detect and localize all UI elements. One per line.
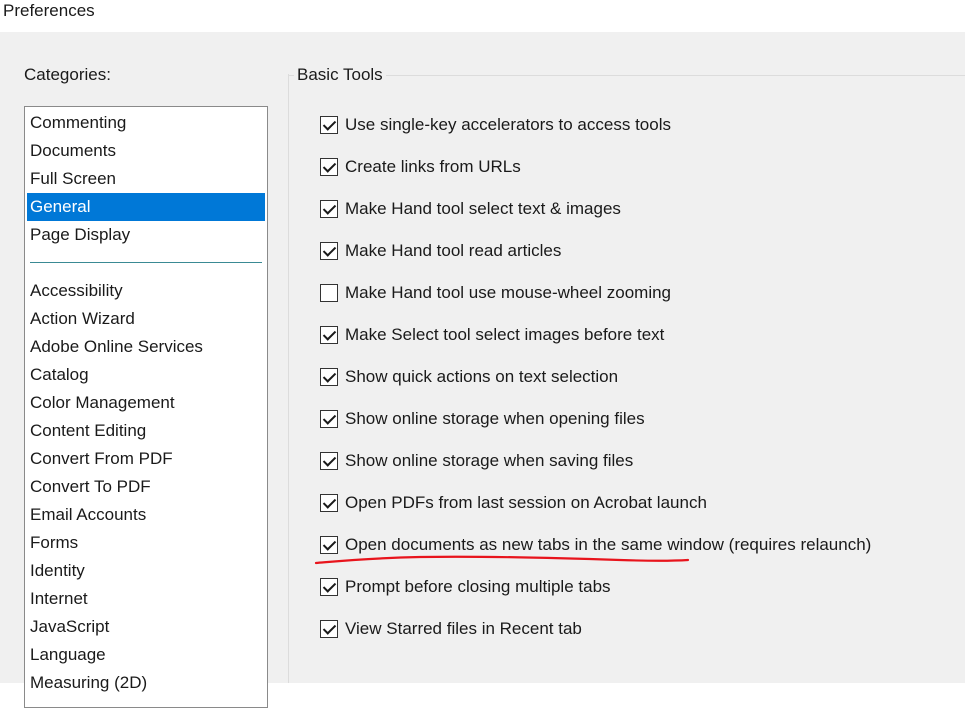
option-label: Use single-key accelerators to access to…: [345, 115, 671, 134]
checkbox[interactable]: [320, 242, 338, 260]
checkbox[interactable]: [320, 578, 338, 596]
category-full-screen[interactable]: Full Screen: [27, 165, 265, 193]
preferences-content: Categories: Commenting Documents Full Sc…: [0, 32, 965, 708]
category-page-display[interactable]: Page Display: [27, 221, 265, 249]
option-label: View Starred files in Recent tab: [345, 619, 582, 638]
checkbox[interactable]: [320, 368, 338, 386]
option-prompt-closing-tabs[interactable]: Prompt before closing multiple tabs: [320, 576, 611, 598]
checkbox[interactable]: [320, 200, 338, 218]
category-measuring-2d[interactable]: Measuring (2D): [27, 669, 265, 697]
category-convert-from-pdf[interactable]: Convert From PDF: [27, 445, 265, 473]
title-bar: Preferences: [0, 0, 965, 32]
categories-label: Categories:: [24, 65, 111, 84]
option-label: Prompt before closing multiple tabs: [345, 577, 611, 596]
option-open-last-session[interactable]: Open PDFs from last session on Acrobat l…: [320, 492, 707, 514]
option-label: Create links from URLs: [345, 157, 521, 176]
option-create-links-from-urls[interactable]: Create links from URLs: [320, 156, 521, 178]
checkbox[interactable]: [320, 284, 338, 302]
group-top-border: [289, 75, 965, 76]
checkbox[interactable]: [320, 494, 338, 512]
category-forms[interactable]: Forms: [27, 529, 265, 557]
checkbox[interactable]: [320, 158, 338, 176]
option-label: Show online storage when opening files: [345, 409, 645, 428]
checkbox[interactable]: [320, 536, 338, 554]
option-label: Make Hand tool read articles: [345, 241, 562, 260]
option-online-storage-saving[interactable]: Show online storage when saving files: [320, 450, 633, 472]
option-label: Make Select tool select images before te…: [345, 325, 665, 344]
category-convert-to-pdf[interactable]: Convert To PDF: [27, 473, 265, 501]
option-single-key-accelerators[interactable]: Use single-key accelerators to access to…: [320, 114, 671, 136]
option-label: Open documents as new tabs in the same w…: [345, 535, 872, 554]
checkbox[interactable]: [320, 326, 338, 344]
checkbox[interactable]: [320, 452, 338, 470]
option-quick-actions[interactable]: Show quick actions on text selection: [320, 366, 618, 388]
option-open-as-new-tabs[interactable]: Open documents as new tabs in the same w…: [320, 534, 871, 556]
category-email-accounts[interactable]: Email Accounts: [27, 501, 265, 529]
group-left-border: [288, 74, 289, 683]
category-adobe-online-services[interactable]: Adobe Online Services: [27, 333, 265, 361]
category-internet[interactable]: Internet: [27, 585, 265, 613]
option-label: Make Hand tool use mouse-wheel zooming: [345, 283, 672, 302]
option-hand-tool-select-text[interactable]: Make Hand tool select text & images: [320, 198, 621, 220]
category-language[interactable]: Language: [27, 641, 265, 669]
checkbox[interactable]: [320, 620, 338, 638]
category-content-editing[interactable]: Content Editing: [27, 417, 265, 445]
category-identity[interactable]: Identity: [27, 557, 265, 585]
category-documents[interactable]: Documents: [27, 137, 265, 165]
category-accessibility[interactable]: Accessibility: [27, 277, 265, 305]
category-catalog[interactable]: Catalog: [27, 361, 265, 389]
category-javascript[interactable]: JavaScript: [27, 613, 265, 641]
checkbox[interactable]: [320, 410, 338, 428]
category-action-wizard[interactable]: Action Wizard: [27, 305, 265, 333]
category-separator: [30, 262, 262, 263]
option-hand-tool-read-articles[interactable]: Make Hand tool read articles: [320, 240, 561, 262]
window-title: Preferences: [3, 1, 95, 20]
category-general[interactable]: General: [27, 193, 265, 221]
basic-tools-heading: Basic Tools: [294, 65, 386, 85]
option-label: Open PDFs from last session on Acrobat l…: [345, 493, 707, 512]
option-label: Show online storage when saving files: [345, 451, 634, 470]
checkbox[interactable]: [320, 116, 338, 134]
option-starred-files-recent[interactable]: View Starred files in Recent tab: [320, 618, 582, 640]
category-commenting[interactable]: Commenting: [27, 109, 265, 137]
category-color-management[interactable]: Color Management: [27, 389, 265, 417]
option-online-storage-opening[interactable]: Show online storage when opening files: [320, 408, 645, 430]
option-hand-tool-mouse-wheel-zoom[interactable]: Make Hand tool use mouse-wheel zooming: [320, 282, 671, 304]
option-select-tool-images-first[interactable]: Make Select tool select images before te…: [320, 324, 664, 346]
option-label: Show quick actions on text selection: [345, 367, 619, 386]
categories-list[interactable]: Commenting Documents Full Screen General…: [24, 106, 268, 708]
option-label: Make Hand tool select text & images: [345, 199, 621, 218]
